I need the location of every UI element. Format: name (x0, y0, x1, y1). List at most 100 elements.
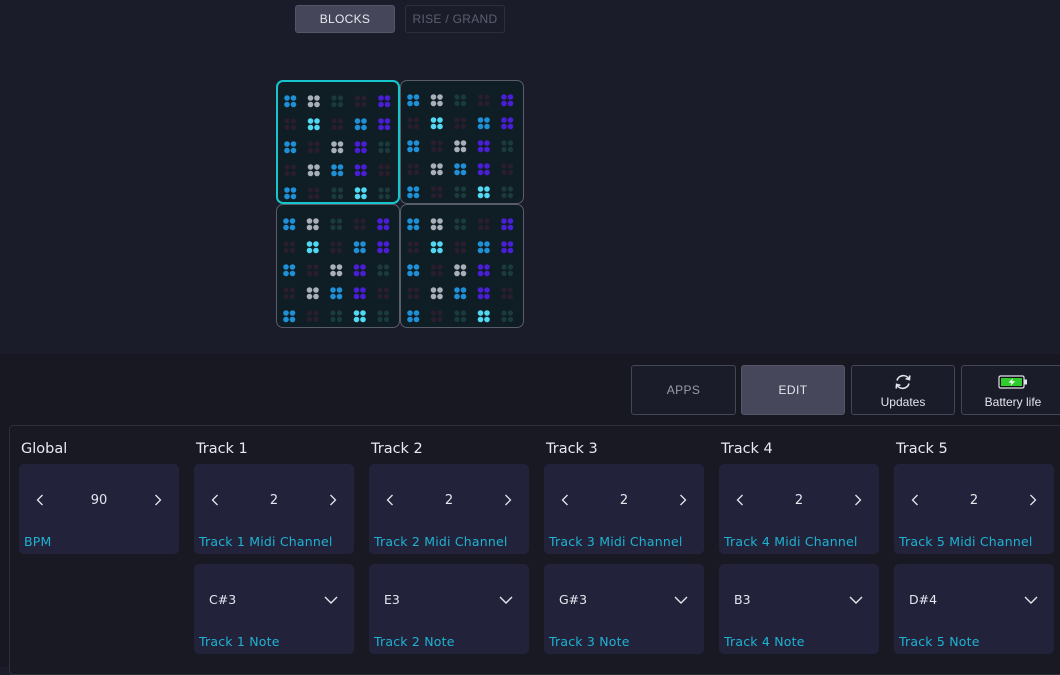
chevron-left-icon[interactable] (558, 493, 572, 507)
led-dot (501, 218, 507, 224)
led-dot (477, 140, 484, 146)
led-dot (306, 264, 313, 270)
led-dot (337, 193, 344, 200)
led-dot (289, 287, 296, 293)
track-3-note-value: G#3 (559, 591, 588, 607)
led-dot (353, 247, 360, 254)
led-dot (454, 241, 460, 247)
lightpad-block-3[interactable] (276, 204, 400, 328)
led-dot (289, 247, 296, 254)
led-dot (454, 293, 460, 300)
led-dot (437, 94, 443, 100)
led-dot (484, 270, 490, 277)
updates-button[interactable]: Updates (851, 365, 955, 415)
led-dot (430, 310, 437, 316)
led-dot (484, 293, 490, 300)
led-dot (507, 241, 514, 247)
led-dot (484, 287, 490, 293)
track-2-note-dropdown[interactable]: E3 Track 2 Note (369, 564, 529, 654)
led-dot (361, 170, 367, 177)
track-1-note-dropdown[interactable]: C#3 Track 1 Note (194, 564, 354, 654)
chevron-left-icon[interactable] (208, 493, 222, 507)
led-dot (460, 310, 467, 316)
led-dot (331, 187, 337, 193)
track-4-note-value: B3 (734, 591, 751, 607)
led-dot (413, 163, 420, 169)
led-dot (314, 187, 320, 193)
led-dot (437, 140, 443, 146)
led-dot (454, 186, 460, 192)
chevron-right-icon[interactable] (151, 493, 165, 507)
led-dot (501, 270, 507, 277)
chevron-left-icon[interactable] (383, 493, 397, 507)
led-dot (413, 140, 420, 146)
led-dot (306, 247, 313, 254)
led-dot (283, 270, 289, 277)
battery-button[interactable]: Battery life (961, 365, 1060, 415)
led-dot (507, 270, 514, 277)
led-dot (361, 147, 367, 154)
led-dot (378, 164, 384, 170)
led-dot (501, 94, 507, 100)
edit-button[interactable]: EDIT (741, 365, 845, 415)
chevron-right-icon[interactable] (326, 493, 340, 507)
led-dot (413, 287, 420, 293)
led-dot (430, 94, 437, 100)
track-3-note-dropdown[interactable]: G#3 Track 3 Note (544, 564, 704, 654)
led-dot (407, 186, 413, 192)
led-dot (361, 101, 367, 108)
apps-button[interactable]: APPS (631, 365, 736, 415)
led-dot (383, 218, 390, 224)
led-dot (377, 310, 383, 316)
led-dot (460, 140, 467, 146)
chevron-left-icon[interactable] (908, 493, 922, 507)
led-dot (407, 247, 413, 254)
led-dot (353, 241, 360, 247)
led-dot (507, 140, 514, 146)
led-dot (413, 146, 420, 153)
led-dot (284, 187, 290, 193)
chevron-right-icon[interactable] (1026, 493, 1040, 507)
led-dot (337, 147, 344, 154)
chevron-right-icon[interactable] (851, 493, 865, 507)
led-dot (290, 95, 297, 101)
lightpad-block-4[interactable] (400, 204, 524, 328)
led-dot (331, 170, 337, 177)
chevron-left-icon[interactable] (733, 493, 747, 507)
led-dot (290, 193, 297, 200)
chevron-right-icon[interactable] (501, 493, 515, 507)
led-dot (307, 193, 314, 200)
led-dot (501, 192, 507, 199)
chevron-down-icon (324, 592, 338, 607)
led-dot (501, 293, 507, 300)
led-dot (314, 118, 320, 124)
chevron-right-icon[interactable] (676, 493, 690, 507)
led-dot (284, 164, 290, 170)
led-dot (383, 310, 390, 316)
led-dot (330, 247, 336, 254)
track-5-note-label: Track 5 Note (899, 634, 980, 649)
led-dot (378, 118, 384, 124)
track-4-note-dropdown[interactable]: B3 Track 4 Note (719, 564, 879, 654)
led-dot (437, 241, 443, 247)
led-dot (384, 193, 391, 200)
led-dot (477, 192, 484, 199)
track-5-note-dropdown[interactable]: D#4 Track 5 Note (894, 564, 1054, 654)
led-dot (306, 287, 313, 293)
led-dot (306, 218, 313, 224)
led-dot (361, 193, 367, 200)
led-dot (377, 287, 383, 293)
chevron-left-icon[interactable] (33, 493, 47, 507)
rise-grand-mode-button[interactable]: RISE / GRAND (405, 5, 505, 33)
bpm-stepper: 90 BPM (19, 464, 179, 554)
led-dot (361, 187, 367, 193)
track-5-note-value: D#4 (909, 591, 938, 607)
led-dot (307, 141, 314, 147)
blocks-mode-button[interactable]: BLOCKS (295, 5, 395, 33)
lightpad-block-2[interactable] (400, 80, 524, 204)
battery-label: Battery life (984, 394, 1042, 409)
led-dot (454, 140, 460, 146)
lightpad-block-1[interactable] (276, 80, 400, 204)
led-dot (454, 316, 460, 323)
led-dot (407, 316, 413, 323)
